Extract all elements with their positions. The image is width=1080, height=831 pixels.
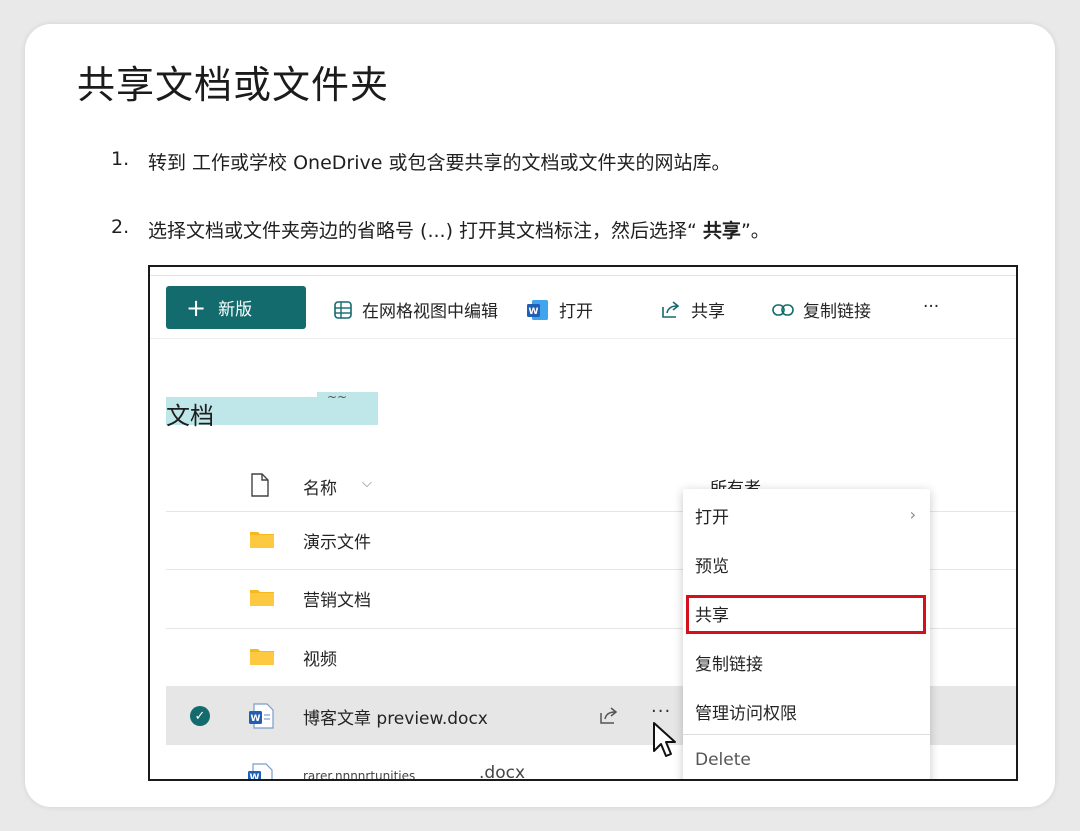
menu-item-share[interactable]: 共享	[695, 601, 729, 626]
word-icon: W	[526, 299, 550, 321]
chevron-down-icon[interactable]: ⌵	[362, 476, 372, 491]
onedrive-screenshot: + 新版 在网格视图中编辑 W 打开 共享 复制链接 ··· ~~ 文档 名称 …	[148, 265, 1018, 781]
checkmark-icon[interactable]: ✓	[190, 706, 210, 726]
more-actions-icon[interactable]: ···	[651, 701, 671, 722]
menu-item-open[interactable]: 打开	[695, 503, 729, 528]
item-extension: .docx	[479, 763, 526, 781]
context-menu: 打开 › 预览 共享 复制链接 管理访问权限 Delete	[683, 489, 930, 779]
open-label: 打开	[559, 302, 593, 322]
word-file-icon: W	[247, 763, 273, 781]
page-title: 共享文档或文件夹	[77, 63, 390, 107]
new-button[interactable]: + 新版	[166, 286, 306, 329]
svg-text:W: W	[251, 714, 261, 724]
article-card: 共享文档或文件夹 1. 转到 工作或学校 OneDrive 或包含要共享的文档或…	[25, 24, 1055, 807]
divider	[150, 338, 1016, 339]
svg-text:W: W	[529, 307, 539, 317]
chevron-right-icon[interactable]: ›	[910, 505, 916, 524]
share-icon	[660, 300, 682, 320]
share-emphasis: 共享	[702, 220, 741, 242]
edit-grid-view-button[interactable]: 在网格视图中编辑	[333, 297, 498, 322]
copy-link-label: 复制链接	[803, 302, 871, 322]
step-text: 选择文档或文件夹旁边的省略号 (...) 打开其文档标注，然后选择“ 共享”。	[148, 220, 770, 242]
svg-text:W: W	[250, 773, 260, 781]
divider	[683, 734, 930, 735]
folder-icon	[249, 646, 275, 670]
item-name[interactable]: 博客文章 preview.docx	[303, 704, 488, 729]
copy-link-button[interactable]: 复制链接	[772, 297, 871, 322]
folder-icon	[249, 529, 275, 553]
item-name[interactable]: 营销文档	[303, 586, 371, 611]
item-name: rarer.nnnnrtunities	[303, 769, 416, 781]
grid-icon	[333, 300, 353, 320]
column-name[interactable]: 名称	[303, 474, 337, 499]
menu-item-preview[interactable]: 预览	[695, 552, 729, 577]
library-title: 文档	[166, 402, 214, 430]
edit-grid-view-label: 在网格视图中编辑	[362, 302, 498, 322]
command-bar: + 新版 在网格视图中编辑 W 打开 共享 复制链接 ···	[150, 276, 1016, 338]
menu-item-copy-link[interactable]: 复制链接	[695, 650, 763, 675]
title-highlight: ~~	[317, 390, 378, 425]
menu-item-delete[interactable]: Delete	[695, 750, 751, 770]
plus-icon: +	[186, 293, 207, 322]
share-icon[interactable]	[598, 706, 620, 730]
open-button[interactable]: W 打开	[526, 297, 593, 322]
file-type-icon	[250, 473, 270, 501]
step-text: 转到 工作或学校 OneDrive 或包含要共享的文档或文件夹的网站库。	[148, 152, 731, 174]
word-file-icon: W	[248, 703, 274, 733]
step-number: 2.	[111, 216, 130, 238]
step-number: 1.	[111, 148, 130, 170]
item-name[interactable]: 视频	[303, 645, 337, 670]
new-button-label: 新版	[218, 300, 253, 320]
menu-item-manage-access[interactable]: 管理访问权限	[695, 699, 797, 724]
more-options-icon[interactable]: ···	[923, 297, 939, 317]
share-button[interactable]: 共享	[660, 297, 725, 322]
link-icon	[772, 303, 794, 317]
mouse-pointer-icon	[652, 721, 676, 765]
share-label: 共享	[691, 302, 725, 322]
list-item-partial[interactable]: W rarer.nnnnrtunities .docx	[247, 763, 525, 781]
item-name[interactable]: 演示文件	[303, 528, 371, 553]
folder-icon	[249, 587, 275, 611]
